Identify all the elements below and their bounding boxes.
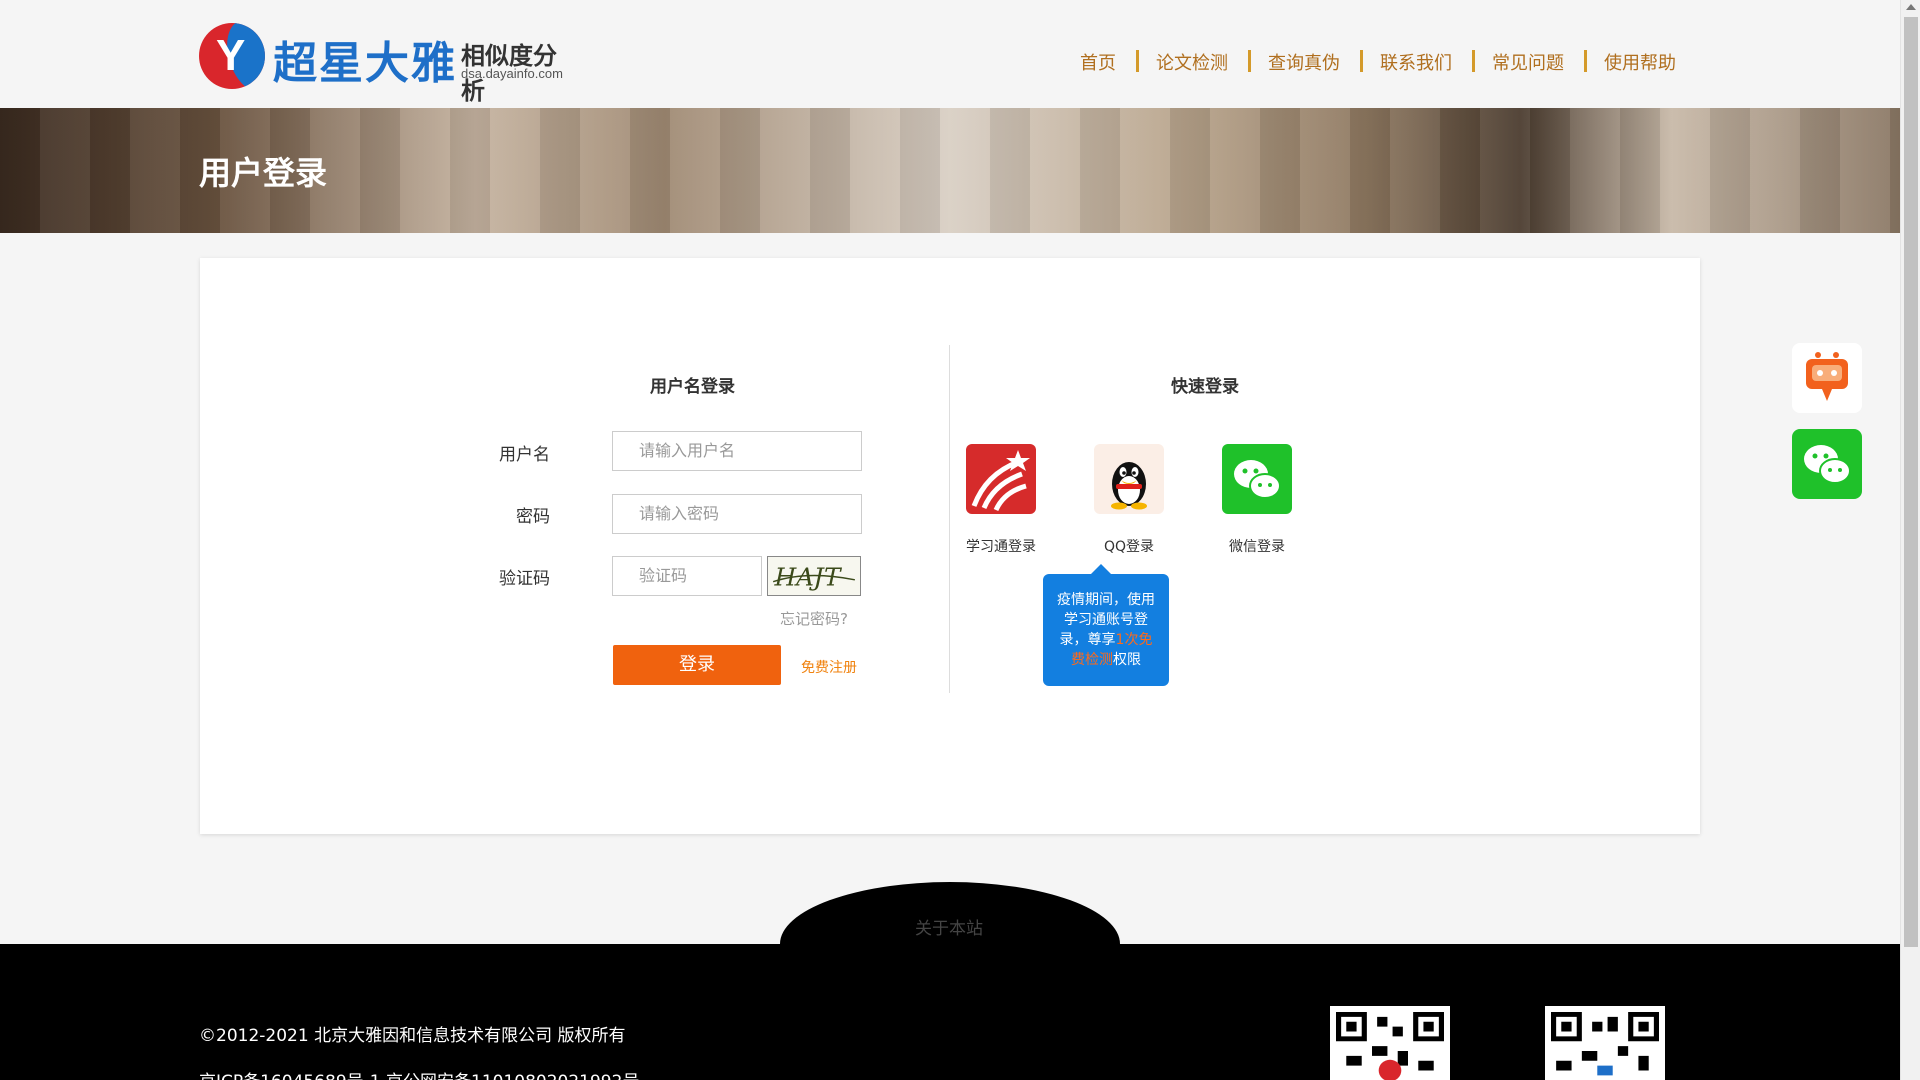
robot-icon[interactable] xyxy=(1792,343,1862,413)
page-title: 用户登录 xyxy=(199,154,328,192)
username-input[interactable]: 请输入用户名 xyxy=(612,431,862,471)
about-site-link[interactable]: 关于本站 xyxy=(915,914,983,939)
captcha-input[interactable]: 验证码 xyxy=(612,556,762,596)
nav-faq[interactable]: 常见问题 xyxy=(1472,49,1584,75)
quick-login-title: 快速登录 xyxy=(1171,377,1239,397)
icp-text: 京ICP备16045689号-1 京公网安备11010802021992号 xyxy=(199,1067,639,1080)
logo-mark-icon: Y xyxy=(199,23,265,89)
qq-icon xyxy=(1094,444,1164,514)
password-label: 密码 xyxy=(516,507,550,527)
qr-code-image xyxy=(1330,1006,1450,1080)
promo-tooltip: 疫情期间，使用学习通账号登录，尊享1次免费检测权限 xyxy=(1043,564,1169,686)
login-button[interactable]: 登录 xyxy=(613,645,781,685)
qq-login-option[interactable]: QQ登录 xyxy=(1079,444,1179,556)
logo-url: dsa.dayainfo.com xyxy=(461,66,563,81)
wechat-float-icon[interactable] xyxy=(1792,429,1862,499)
site-header: Y 超星大雅 相似度分析 dsa.dayainfo.com 首页 论文检测 查询… xyxy=(0,0,1900,108)
nav-contact[interactable]: 联系我们 xyxy=(1360,49,1472,75)
wechat-icon xyxy=(1222,444,1292,514)
password-input[interactable]: 请输入密码 xyxy=(612,494,862,534)
qr-code-image-2 xyxy=(1545,1006,1665,1080)
nav-paper-check[interactable]: 论文检测 xyxy=(1136,49,1248,75)
section-divider xyxy=(949,345,950,693)
nav-verify[interactable]: 查询真伪 xyxy=(1248,49,1360,75)
site-logo[interactable]: Y 超星大雅 相似度分析 dsa.dayainfo.com xyxy=(199,21,579,105)
page-scrollbar[interactable] xyxy=(1900,0,1920,1080)
captcha-image[interactable]: HAJT xyxy=(767,556,861,596)
forgot-password-link[interactable]: 忘记密码? xyxy=(780,608,848,629)
promo-tooltip-suffix: 权限 xyxy=(1113,652,1141,668)
register-link[interactable]: 免费注册 xyxy=(801,657,857,677)
wechat-login-label: 微信登录 xyxy=(1229,539,1285,555)
qq-login-label: QQ登录 xyxy=(1103,539,1155,555)
nav-home[interactable]: 首页 xyxy=(1060,49,1136,75)
main-nav: 首页 论文检测 查询真伪 联系我们 常见问题 使用帮助 xyxy=(1060,49,1696,75)
scroll-thumb[interactable] xyxy=(1904,17,1918,947)
xuexitong-login-option[interactable]: 学习通登录 xyxy=(951,444,1051,556)
username-label: 用户名 xyxy=(499,445,550,465)
wechat-login-option[interactable]: 微信登录 xyxy=(1207,444,1307,556)
xuexitong-icon xyxy=(966,444,1036,514)
nav-help[interactable]: 使用帮助 xyxy=(1584,49,1696,75)
page-banner: 用户登录 xyxy=(0,108,1900,233)
copyright-text: ©2012-2021 北京大雅因和信息技术有限公司 版权所有 xyxy=(199,1026,626,1046)
logo-brand: 超星大雅 xyxy=(273,38,457,89)
captcha-label: 验证码 xyxy=(499,569,550,589)
login-card: 用户名登录 用户名 请输入用户名 密码 请输入密码 验证码 验证码 HAJT 忘… xyxy=(200,258,1700,834)
username-login-title: 用户名登录 xyxy=(650,377,735,397)
scroll-up-arrow-icon[interactable] xyxy=(1906,4,1916,10)
xuexitong-login-label: 学习通登录 xyxy=(966,539,1036,555)
